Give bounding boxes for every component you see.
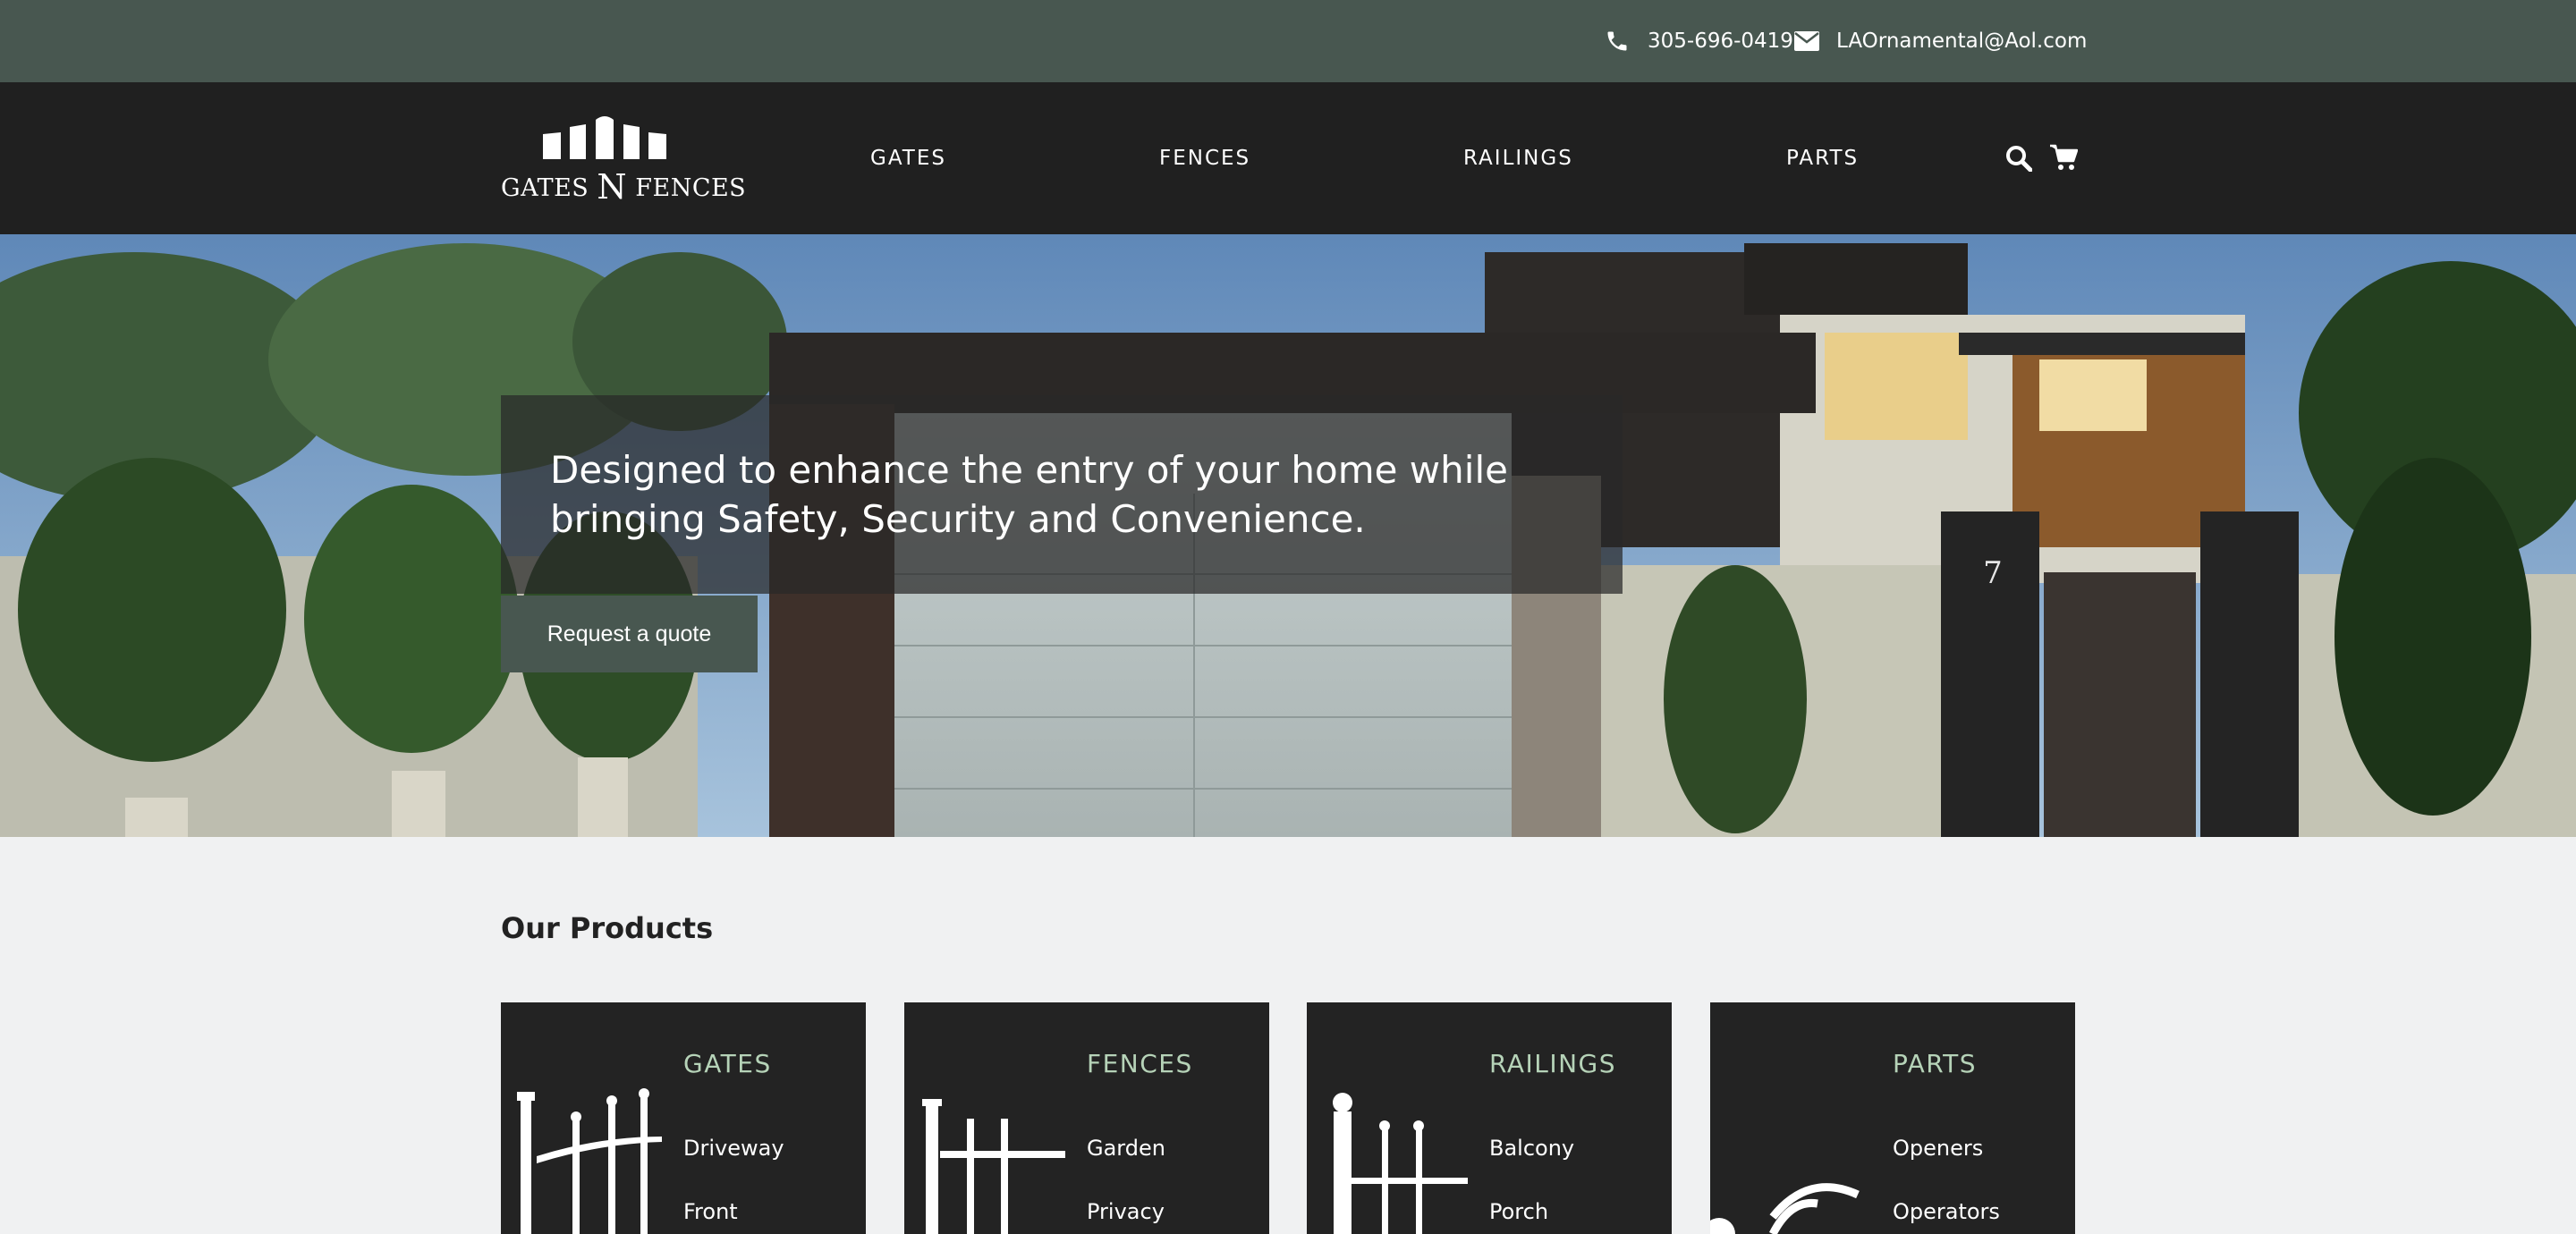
cart-icon[interactable] <box>2049 143 2078 172</box>
card-title[interactable]: FENCES <box>1087 1049 1193 1079</box>
card-title[interactable]: RAILINGS <box>1489 1049 1616 1079</box>
hero-banner: 7 Designed to enhance the entry of your … <box>0 234 2576 837</box>
logo-letter-n: N <box>597 167 628 207</box>
search-icon[interactable] <box>2005 145 2032 172</box>
logo-word-gates: GATES <box>501 174 589 202</box>
card-link-porch[interactable]: Porch <box>1489 1198 1548 1225</box>
phone-link[interactable]: 305-696-0419 <box>1648 29 1793 54</box>
card-link-garden[interactable]: Garden <box>1087 1135 1165 1162</box>
card-link-driveway[interactable]: Driveway <box>683 1135 784 1162</box>
logo-wordmark: GATES N FENCES <box>501 165 746 207</box>
main-navbar: GATES N FENCES GATES FENCES RAILINGS PAR… <box>0 82 2576 234</box>
fence-icon <box>922 1099 1065 1234</box>
wireless-signal-icon <box>1710 1183 1860 1234</box>
email-link[interactable]: LAOrnamental@Aol.com <box>1836 29 2087 54</box>
phone-icon <box>1607 31 1627 51</box>
products-section-title: Our Products <box>501 911 714 945</box>
product-card-fences[interactable]: FENCES Garden Privacy <box>904 1002 1269 1234</box>
nav-gates[interactable]: GATES <box>870 145 946 172</box>
envelope-icon <box>1794 31 1819 51</box>
request-quote-button[interactable]: Request a quote <box>501 596 758 672</box>
card-link-operators[interactable]: Operators <box>1893 1198 2000 1225</box>
gate-icon <box>517 1088 662 1234</box>
contact-bar: 305-696-0419 LAOrnamental@Aol.com <box>0 0 2576 82</box>
hero-heading: Designed to enhance the entry of your ho… <box>550 448 1508 541</box>
railing-icon <box>1333 1093 1468 1234</box>
logo-word-fences: FENCES <box>635 174 747 202</box>
card-link-front[interactable]: Front <box>683 1198 738 1225</box>
nav-fences[interactable]: FENCES <box>1159 145 1250 172</box>
site-logo[interactable]: GATES N FENCES <box>501 116 746 207</box>
logo-gate-mark <box>543 116 666 159</box>
product-card-railings[interactable]: RAILINGS Balcony Porch <box>1307 1002 1672 1234</box>
nav-railings[interactable]: RAILINGS <box>1463 145 1573 172</box>
nav-parts[interactable]: PARTS <box>1786 145 1859 172</box>
product-card-parts[interactable]: PARTS Openers Operators <box>1710 1002 2075 1234</box>
card-title[interactable]: PARTS <box>1893 1049 1977 1079</box>
product-card-gates[interactable]: GATES Driveway Front <box>501 1002 866 1234</box>
card-title[interactable]: GATES <box>683 1049 772 1079</box>
house-number: 7 <box>1983 555 2003 591</box>
card-link-balcony[interactable]: Balcony <box>1489 1135 1574 1162</box>
card-link-openers[interactable]: Openers <box>1893 1135 1983 1162</box>
card-link-privacy[interactable]: Privacy <box>1087 1198 1165 1225</box>
